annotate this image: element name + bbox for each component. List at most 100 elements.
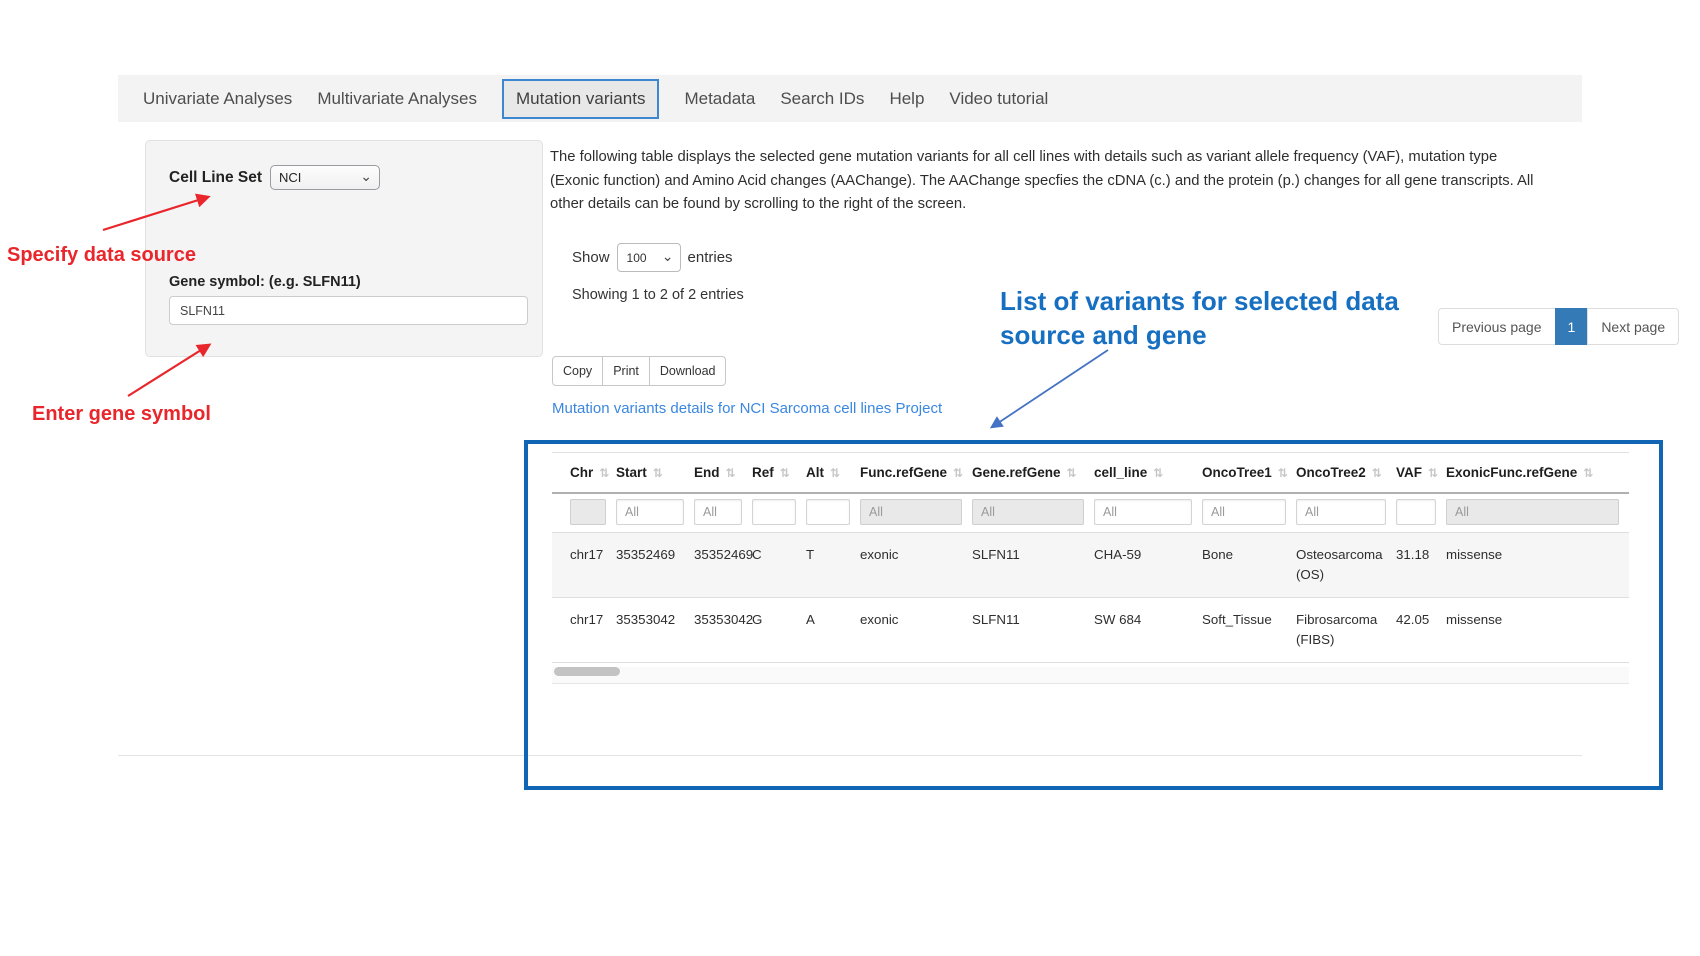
tab-search-ids[interactable]: Search IDs bbox=[780, 89, 864, 109]
column-header-gene-refgene[interactable]: Gene.refGene⇅ bbox=[972, 453, 1094, 494]
sort-icon[interactable]: ⇅ bbox=[1428, 466, 1437, 480]
cell: SW 684 bbox=[1094, 598, 1202, 663]
cell-line-set-select[interactable]: NCI ⌄ bbox=[270, 165, 380, 190]
filter-input-cell-line[interactable] bbox=[1094, 499, 1192, 525]
cell-line-set-label: Cell Line Set bbox=[169, 169, 262, 187]
show-label: Show bbox=[572, 249, 610, 266]
annotation-specify-data-source: Specify data source bbox=[7, 244, 196, 267]
cell: exonic bbox=[860, 533, 972, 598]
sort-icon[interactable]: ⇅ bbox=[1153, 466, 1162, 480]
column-header-start[interactable]: Start⇅ bbox=[616, 453, 694, 494]
cell: Fibrosarcoma (FIBS) bbox=[1296, 598, 1396, 663]
cell: G bbox=[752, 598, 806, 663]
tab-mutation-variants[interactable]: Mutation variants bbox=[502, 79, 659, 119]
cell: Soft_Tissue bbox=[1202, 598, 1296, 663]
filter-row bbox=[552, 493, 1629, 533]
download-button[interactable]: Download bbox=[649, 356, 727, 386]
cell: Bone bbox=[1202, 533, 1296, 598]
gene-symbol-input[interactable] bbox=[169, 296, 528, 325]
filter-input-gene-refgene[interactable] bbox=[972, 499, 1084, 525]
tab-help[interactable]: Help bbox=[889, 89, 924, 109]
horizontal-scrollbar-thumb[interactable] bbox=[554, 667, 620, 676]
column-header-oncotree1[interactable]: OncoTree1⇅ bbox=[1202, 453, 1296, 494]
cell: chr17 bbox=[552, 533, 616, 598]
column-header-vaf[interactable]: VAF⇅ bbox=[1396, 453, 1446, 494]
annotation-line-1: List of variants for selected data bbox=[1000, 284, 1440, 318]
filter-input-func-refgene[interactable] bbox=[860, 499, 962, 525]
filter-input-alt[interactable] bbox=[806, 499, 850, 525]
cell: SLFN11 bbox=[972, 533, 1094, 598]
cell: 35353042 bbox=[616, 598, 694, 663]
previous-page-button[interactable]: Previous page bbox=[1438, 308, 1556, 345]
tab-metadata[interactable]: Metadata bbox=[684, 89, 755, 109]
entries-label: entries bbox=[688, 249, 733, 266]
cell: CHA-59 bbox=[1094, 533, 1202, 598]
table-row: chr17 35352469 35352469 C T exonic SLFN1… bbox=[552, 533, 1629, 598]
copy-button[interactable]: Copy bbox=[552, 356, 603, 386]
table-row: chr17 35353042 35353042 G A exonic SLFN1… bbox=[552, 598, 1629, 663]
variants-table-box: Chr⇅ Start⇅ End⇅ Ref⇅ Alt⇅ Func.refGene⇅… bbox=[524, 440, 1663, 790]
table-caption: Mutation variants details for NCI Sarcom… bbox=[552, 400, 942, 417]
annotation-line-2: source and gene bbox=[1000, 318, 1440, 352]
cell: chr17 bbox=[552, 598, 616, 663]
cell: 31.18 bbox=[1396, 533, 1446, 598]
horizontal-scrollbar-track bbox=[552, 667, 1629, 684]
tab-univariate-analyses[interactable]: Univariate Analyses bbox=[143, 89, 292, 109]
cell: SLFN11 bbox=[972, 598, 1094, 663]
gene-symbol-label: Gene symbol: (e.g. SLFN11) bbox=[169, 274, 361, 290]
header-row: Chr⇅ Start⇅ End⇅ Ref⇅ Alt⇅ Func.refGene⇅… bbox=[552, 453, 1629, 494]
column-header-alt[interactable]: Alt⇅ bbox=[806, 453, 860, 494]
cell: exonic bbox=[860, 598, 972, 663]
sort-icon[interactable]: ⇅ bbox=[599, 466, 608, 480]
input-panel: Cell Line Set NCI ⌄ Gene symbol: (e.g. S… bbox=[145, 140, 543, 357]
sort-icon[interactable]: ⇅ bbox=[1372, 466, 1381, 480]
cell: 35353042 bbox=[694, 598, 752, 663]
column-header-oncotree2[interactable]: OncoTree2⇅ bbox=[1296, 453, 1396, 494]
entries-length-select[interactable]: 100 ⌄ bbox=[617, 243, 681, 272]
cell: 42.05 bbox=[1396, 598, 1446, 663]
sort-icon[interactable]: ⇅ bbox=[953, 466, 962, 480]
filter-input-start[interactable] bbox=[616, 499, 684, 525]
column-header-ref[interactable]: Ref⇅ bbox=[752, 453, 806, 494]
filter-input-ref[interactable] bbox=[752, 499, 796, 525]
cell: Osteosarcoma (OS) bbox=[1296, 533, 1396, 598]
column-header-end[interactable]: End⇅ bbox=[694, 453, 752, 494]
annotation-list-of-variants: List of variants for selected data sourc… bbox=[1000, 284, 1440, 352]
sort-icon[interactable]: ⇅ bbox=[1583, 466, 1592, 480]
pagination: Previous page 1 Next page bbox=[1438, 308, 1679, 345]
list-of-variants-arrow bbox=[992, 350, 1108, 427]
sort-icon[interactable]: ⇅ bbox=[780, 466, 789, 480]
sort-icon[interactable]: ⇅ bbox=[830, 466, 839, 480]
entries-length-value: 100 bbox=[627, 251, 647, 265]
annotation-enter-gene-symbol: Enter gene symbol bbox=[32, 403, 211, 426]
filter-input-exonicfunc-refgene[interactable] bbox=[1446, 499, 1619, 525]
showing-entries-status: Showing 1 to 2 of 2 entries bbox=[572, 287, 744, 303]
sort-icon[interactable]: ⇅ bbox=[653, 466, 662, 480]
sort-icon[interactable]: ⇅ bbox=[1067, 466, 1076, 480]
column-header-func-refgene[interactable]: Func.refGene⇅ bbox=[860, 453, 972, 494]
column-header-exonicfunc-refgene[interactable]: ExonicFunc.refGene⇅ bbox=[1446, 453, 1629, 494]
current-page-button[interactable]: 1 bbox=[1555, 308, 1589, 345]
sort-icon[interactable]: ⇅ bbox=[726, 466, 735, 480]
filter-input-oncotree1[interactable] bbox=[1202, 499, 1286, 525]
top-navbar: Univariate Analyses Multivariate Analyse… bbox=[118, 75, 1582, 122]
next-page-button[interactable]: Next page bbox=[1587, 308, 1679, 345]
cell: missense bbox=[1446, 533, 1629, 598]
filter-input-vaf[interactable] bbox=[1396, 499, 1436, 525]
cell: missense bbox=[1446, 598, 1629, 663]
column-header-cell-line[interactable]: cell_line⇅ bbox=[1094, 453, 1202, 494]
show-entries-row: Show 100 ⌄ entries bbox=[572, 243, 733, 272]
filter-input-end[interactable] bbox=[694, 499, 742, 525]
cell: 35352469 bbox=[616, 533, 694, 598]
sort-icon[interactable]: ⇅ bbox=[1278, 466, 1287, 480]
cell: C bbox=[752, 533, 806, 598]
cell: A bbox=[806, 598, 860, 663]
export-button-group: Copy Print Download bbox=[552, 356, 726, 386]
tab-video-tutorial[interactable]: Video tutorial bbox=[949, 89, 1048, 109]
filter-input-chr[interactable] bbox=[570, 499, 606, 525]
tab-multivariate-analyses[interactable]: Multivariate Analyses bbox=[317, 89, 477, 109]
cell: T bbox=[806, 533, 860, 598]
print-button[interactable]: Print bbox=[602, 356, 650, 386]
column-header-chr[interactable]: Chr⇅ bbox=[552, 453, 616, 494]
filter-input-oncotree2[interactable] bbox=[1296, 499, 1386, 525]
